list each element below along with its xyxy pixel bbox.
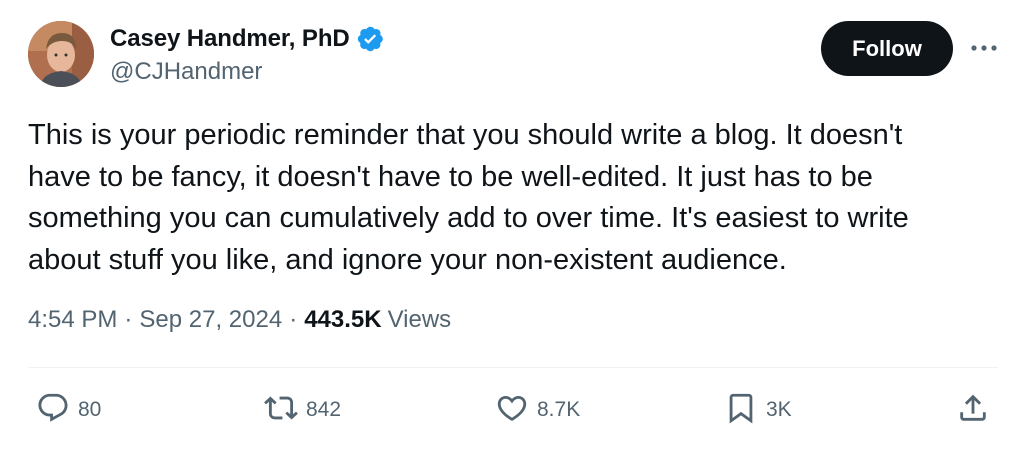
reply-button[interactable]: 80 [36, 388, 101, 432]
like-count: 8.7K [537, 398, 581, 421]
meta-separator: · [124, 306, 133, 333]
meta-separator: · [289, 306, 298, 333]
action-bar: 80 842 8.7K 3K [28, 388, 998, 432]
tweet-text: This is your periodic reminder that you … [28, 119, 909, 276]
divider [28, 367, 998, 368]
tweet-time[interactable]: 4:54 PM [28, 306, 117, 334]
author-handle[interactable]: @CJHandmer [110, 58, 262, 86]
like-icon [495, 391, 529, 430]
share-icon [956, 391, 990, 430]
verified-badge-icon[interactable] [355, 24, 385, 54]
reply-icon [36, 391, 70, 430]
author-display-name[interactable]: Casey Handmer, PhD [110, 25, 350, 53]
tweet-meta: 4:54 PM · Sep 27, 2024 · 443.5K Views [28, 306, 451, 334]
repost-button[interactable]: 842 [264, 388, 341, 432]
bookmark-button[interactable]: 3K [724, 388, 792, 432]
like-button[interactable]: 8.7K [495, 388, 580, 432]
share-button[interactable] [956, 388, 990, 432]
avatar[interactable] [28, 21, 94, 87]
repost-count: 842 [306, 398, 342, 421]
follow-button[interactable]: Follow [821, 21, 953, 76]
bookmark-icon [724, 391, 758, 430]
bookmark-count: 3K [766, 398, 792, 421]
more-icon[interactable] [969, 36, 999, 60]
views-count: 443.5K [304, 306, 382, 333]
repost-icon [264, 391, 298, 430]
author-name-row: Casey Handmer, PhD [110, 24, 385, 54]
tweet-date[interactable]: Sep 27, 2024 [139, 306, 282, 334]
views-label: Views [387, 306, 452, 333]
reply-count: 80 [78, 398, 102, 421]
